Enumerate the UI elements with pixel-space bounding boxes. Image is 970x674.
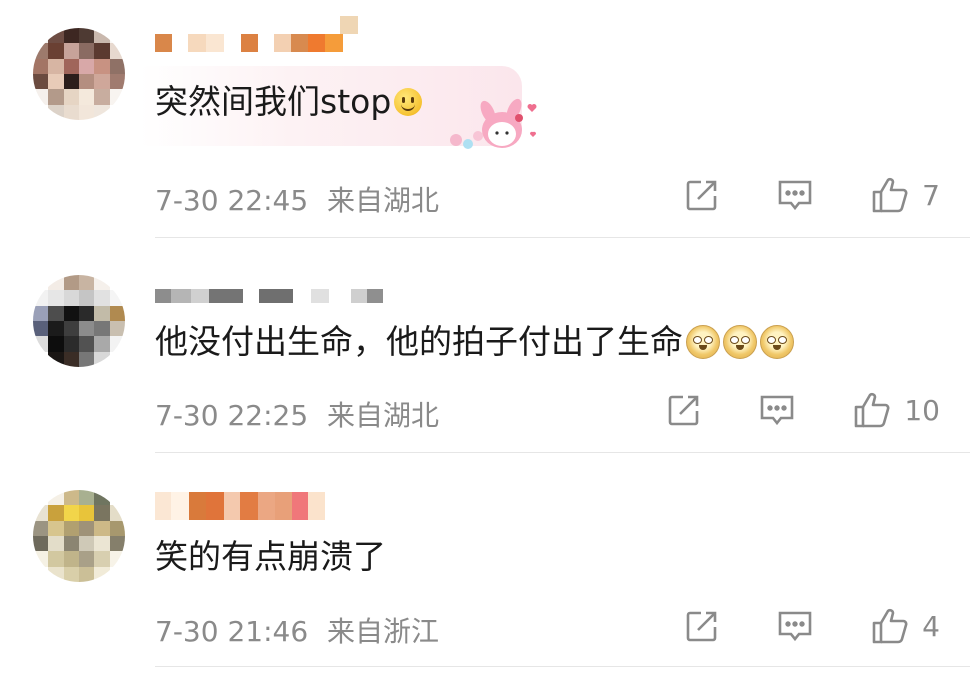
share-icon xyxy=(686,611,717,642)
comment-text-content: 笑的有点崩溃了 xyxy=(155,537,386,576)
comment-location: 来自浙江 xyxy=(327,615,440,648)
thumbs-up-icon xyxy=(872,608,908,644)
divider xyxy=(155,666,970,667)
comment-text: 笑的有点崩溃了 xyxy=(155,537,386,577)
username-mosaic[interactable] xyxy=(155,492,325,520)
share-button[interactable] xyxy=(684,608,720,644)
comment-actions: 4 xyxy=(684,607,940,645)
comment-time: 7-30 21:46 xyxy=(155,615,309,648)
comment-icon xyxy=(778,611,812,642)
avatar[interactable] xyxy=(33,490,125,582)
comment-item: 笑的有点崩溃了 7-30 21:46 来自浙江 4 xyxy=(0,0,970,674)
reply-button[interactable] xyxy=(776,608,814,644)
comment-meta: 7-30 21:46 来自浙江 xyxy=(155,610,439,650)
like-button[interactable]: 4 xyxy=(870,607,940,645)
like-count: 4 xyxy=(922,609,940,643)
